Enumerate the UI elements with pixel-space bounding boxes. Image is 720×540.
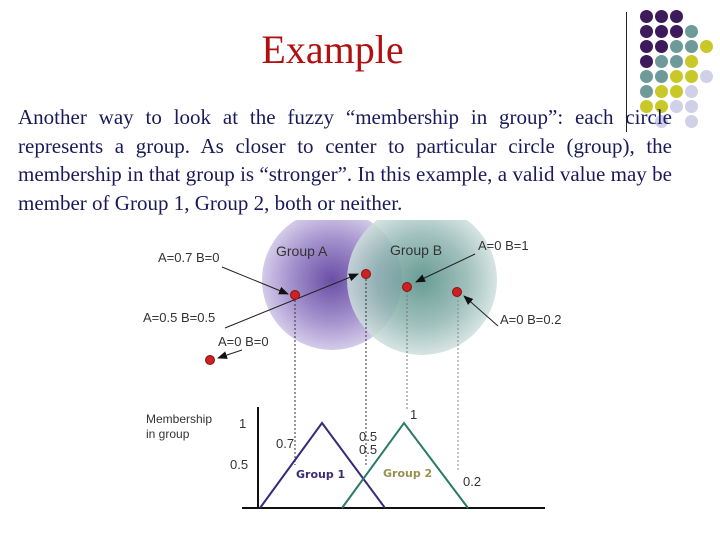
ytick-05: 0.5 xyxy=(230,457,248,472)
annot-b1: 1 xyxy=(410,407,417,422)
point-label-a05b05: A=0.5 B=0.5 xyxy=(143,310,215,325)
decor-dot-lavender xyxy=(685,115,698,128)
decor-dot-purple xyxy=(670,25,683,38)
decor-dot-teal xyxy=(670,40,683,53)
decor-dot-olive xyxy=(685,70,698,83)
group-b-label: Group B xyxy=(390,242,442,258)
point-a05b05 xyxy=(361,269,371,279)
point-a0b02 xyxy=(452,287,462,297)
decor-dot-lavender xyxy=(700,70,713,83)
slide-title: Example xyxy=(261,27,404,72)
point-a0b0 xyxy=(205,355,215,365)
decor-dot-teal xyxy=(640,70,653,83)
decor-dot-teal xyxy=(670,55,683,68)
annot-b05: 0.5 xyxy=(359,442,377,457)
decor-dot-purple xyxy=(640,25,653,38)
decor-dot-olive xyxy=(655,85,668,98)
decor-dot-purple xyxy=(640,10,653,23)
group1-label: Group 1 xyxy=(296,468,345,481)
decor-dot-purple xyxy=(655,40,668,53)
decor-dot-lavender xyxy=(685,100,698,113)
group-a-label: Group A xyxy=(276,243,328,259)
annot-b02: 0.2 xyxy=(463,474,481,489)
decor-dot-teal xyxy=(655,55,668,68)
decor-dot-teal xyxy=(655,70,668,83)
membership-ylabel-line1: Membership xyxy=(146,412,212,426)
point-label-a07: A=0.7 B=0 xyxy=(158,250,219,265)
decor-dot-teal xyxy=(685,25,698,38)
decor-dot-olive xyxy=(670,85,683,98)
membership-ylabel-line2: in group xyxy=(146,427,190,441)
point-label-a0b02: A=0 B=0.2 xyxy=(500,312,561,327)
ytick-1: 1 xyxy=(239,416,246,431)
arrow-a0b0 xyxy=(217,349,243,359)
decor-dot-lavender xyxy=(685,85,698,98)
point-label-a0b1: A=0 B=1 xyxy=(478,238,529,253)
decor-dot-teal xyxy=(685,40,698,53)
decor-dot-purple xyxy=(640,40,653,53)
group2-label: Group 2 xyxy=(383,467,432,480)
body-paragraph: Another way to look at the fuzzy “member… xyxy=(18,105,672,215)
decor-dot-olive xyxy=(685,55,698,68)
annot-a07: 0.7 xyxy=(276,436,294,451)
point-a0b1 xyxy=(402,282,412,292)
decor-dot-teal xyxy=(640,85,653,98)
decor-dot-purple xyxy=(655,10,668,23)
point-label-a0b0: A=0 B=0 xyxy=(218,334,269,349)
decor-dot-purple xyxy=(655,25,668,38)
decor-dot-olive xyxy=(670,70,683,83)
decor-dot-purple xyxy=(640,55,653,68)
decor-dot-purple xyxy=(670,10,683,23)
decor-dot-olive xyxy=(700,40,713,53)
point-a07 xyxy=(290,290,300,300)
fuzzy-membership-diagram: Group A Group B A=0.7 B=0 A=0.5 B=0.5 A=… xyxy=(143,220,561,509)
